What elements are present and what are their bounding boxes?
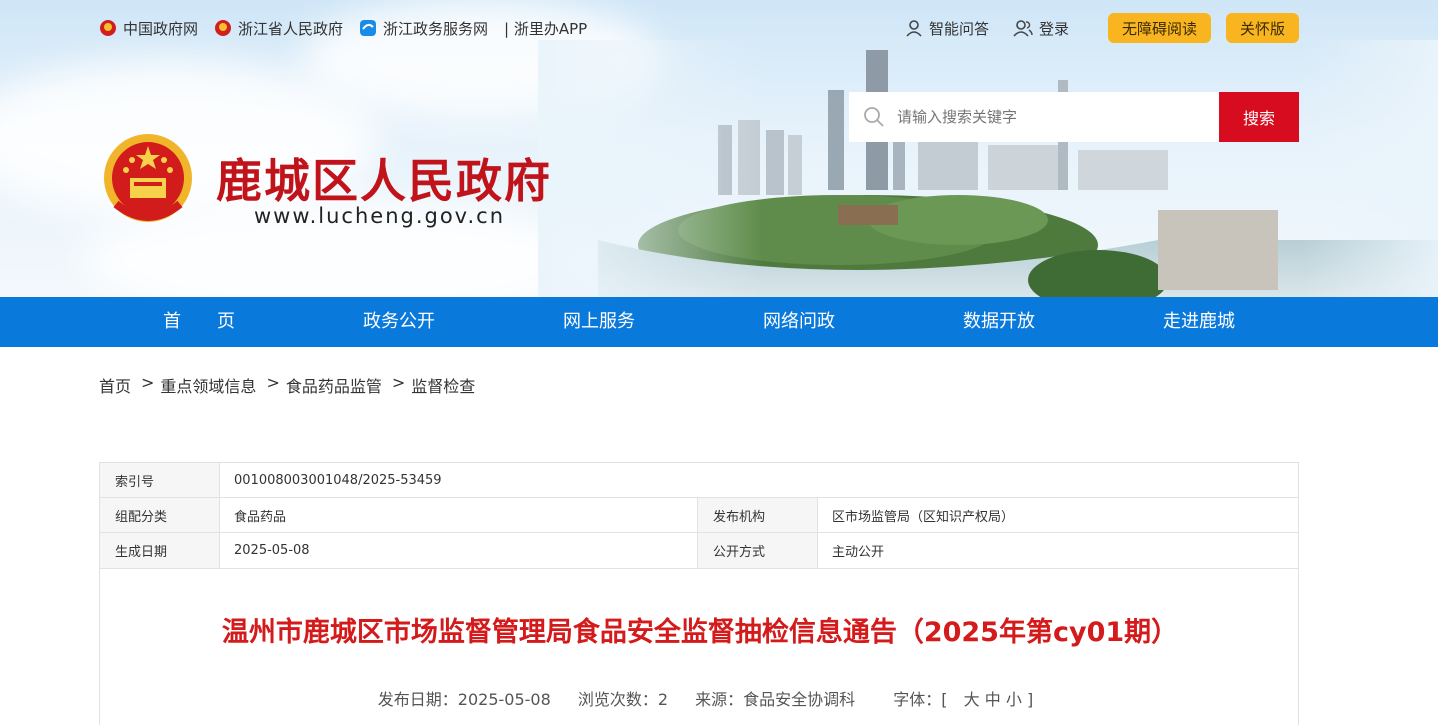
nav-online-service[interactable]: 网上服务: [563, 297, 635, 347]
publisher-label: 发布机构: [698, 498, 818, 532]
publisher-value: 区市场监管局（区知识产权局）: [832, 509, 1015, 525]
article-title: 温州市鹿城区市场监督管理局食品安全监督抽检信息通告（2025年第cy01期）: [221, 617, 1179, 648]
link-zj-service[interactable]: 浙江政务服务网: [359, 18, 488, 39]
nav-about-lucheng[interactable]: 走进鹿城: [1163, 297, 1235, 347]
font-small-button[interactable]: 小: [1006, 690, 1022, 709]
search-input[interactable]: [897, 108, 1197, 126]
category-label: 组配分类: [100, 498, 220, 532]
smart-qa-label: 智能问答: [928, 19, 989, 38]
article-source: 来源：食品安全协调科: [695, 690, 856, 709]
breadcrumb-separator: >: [266, 373, 280, 392]
top-bar: 中国政府网 浙江省人民政府 浙江政务服务网 | 浙里办APP 智能问答 登录 无…: [99, 13, 1299, 43]
index-label: 索引号: [100, 463, 220, 497]
category-value: 食品药品: [220, 498, 698, 532]
care-version-button[interactable]: 关怀版: [1225, 13, 1299, 43]
nav-open-data[interactable]: 数据开放: [963, 297, 1035, 347]
link-label: 中国政府网: [123, 19, 199, 38]
font-medium-button[interactable]: 中: [985, 690, 1001, 709]
national-emblem-logo: [104, 134, 192, 222]
site-title: 鹿城区人民政府: [216, 154, 552, 208]
link-label: 浙江政务服务网: [383, 19, 489, 38]
breadcrumb-home[interactable]: 首页: [99, 373, 131, 397]
nav-gov-affairs[interactable]: 政务公开: [363, 297, 435, 347]
login-label: 登录: [1038, 19, 1069, 38]
breadcrumb-separator: >: [141, 373, 155, 392]
publish-date: 发布日期：2025-05-08: [377, 690, 551, 709]
user-icon: [906, 20, 922, 37]
national-emblem-icon: [215, 20, 232, 36]
main-nav: 首 页 政务公开 网上服务 网络问政 数据开放 走进鹿城: [0, 297, 1438, 347]
zj-service-icon: [360, 20, 377, 36]
search-box: [849, 92, 1219, 142]
link-zhejiang-gov[interactable]: 浙江省人民政府: [214, 18, 343, 39]
index-value: 001008003001048/2025-53459: [234, 472, 442, 488]
font-size-label: 字体：[: [893, 690, 948, 709]
breadcrumb-food-drug[interactable]: 食品药品监管: [286, 373, 382, 397]
article-meta: 发布日期：2025-05-08 浏览次数：2 来源：食品安全协调科 字体：[ 大…: [100, 686, 1300, 710]
mode-label: 公开方式: [698, 533, 818, 568]
link-label: 浙江省人民政府: [238, 19, 344, 38]
font-large-button[interactable]: 大: [964, 690, 980, 709]
article-container: 温州市鹿城区市场监督管理局食品安全监督抽检信息通告（2025年第cy01期） 发…: [99, 568, 1299, 725]
link-label: | 浙里办APP: [504, 19, 588, 38]
document-info-table: 索引号 001008003001048/2025-53459 组配分类 食品药品…: [99, 462, 1299, 569]
nav-online-inquiry[interactable]: 网络问政: [763, 297, 835, 347]
login-link[interactable]: 登录: [1013, 18, 1069, 39]
font-size-end: ]: [1026, 690, 1034, 709]
accessible-reading-button[interactable]: 无障碍阅读: [1107, 13, 1211, 43]
info-row: 生成日期 2025-05-08 公开方式 主动公开: [100, 533, 1298, 568]
link-china-gov[interactable]: 中国政府网: [99, 18, 198, 39]
breadcrumb-separator: >: [391, 373, 406, 392]
breadcrumb-key-info[interactable]: 重点领域信息: [160, 373, 256, 397]
nav-home[interactable]: 首 页: [163, 297, 235, 347]
date-label: 生成日期: [100, 533, 220, 568]
mode-value: 主动公开: [832, 545, 885, 560]
users-icon: [1013, 20, 1033, 37]
national-emblem-icon: [100, 20, 116, 36]
breadcrumb-inspection[interactable]: 监督检查: [411, 373, 475, 397]
link-zlb-app[interactable]: | 浙里办APP: [504, 18, 587, 39]
search-button[interactable]: 搜索: [1219, 92, 1299, 142]
view-count: 浏览次数：2: [577, 690, 669, 709]
font-size-control: 字体：[ 大 中 小 ]: [882, 690, 1033, 709]
info-row: 组配分类 食品药品 发布机构 区市场监管局（区知识产权局）: [100, 498, 1298, 533]
city-skyline-image: [538, 40, 1438, 297]
smart-qa-link[interactable]: 智能问答: [905, 18, 989, 39]
site-url: www.lucheng.gov.cn: [254, 204, 506, 228]
header-banner: 中国政府网 浙江省人民政府 浙江政务服务网 | 浙里办APP 智能问答 登录 无…: [0, 0, 1438, 297]
info-row: 索引号 001008003001048/2025-53459: [100, 463, 1298, 498]
search-bar: 搜索: [849, 92, 1299, 142]
breadcrumb: 首页 > 重点领域信息 > 食品药品监管 > 监督检查: [99, 373, 475, 397]
date-value: 2025-05-08: [220, 533, 698, 568]
search-icon: [864, 107, 884, 127]
